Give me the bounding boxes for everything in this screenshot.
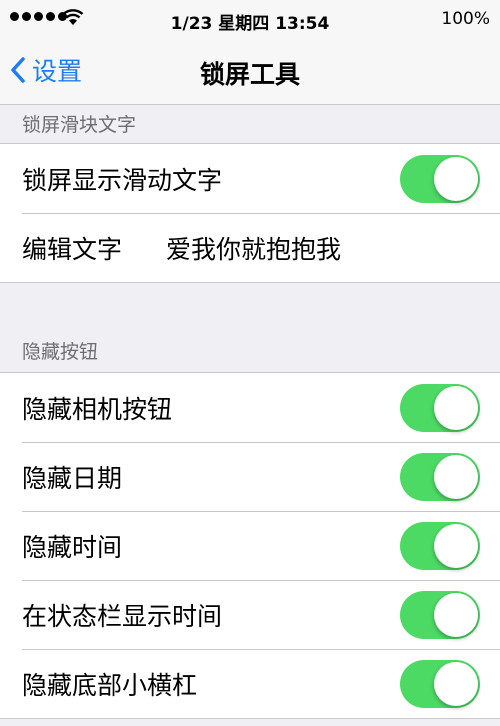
row-hide-time: 隐藏时间 [0, 511, 500, 580]
hide-home-bar-toggle[interactable] [400, 659, 480, 708]
row-label: 在状态栏显示时间 [22, 601, 223, 631]
edit-text-value[interactable]: 爱我你就抱抱我 [166, 230, 341, 266]
row-status-bar-time: 在状态栏显示时间 [0, 580, 500, 649]
row-edit-text[interactable]: 编辑文字 爱我你就抱抱我 [0, 213, 500, 282]
group-lock-slider-text: 锁屏显示滑动文字 编辑文字 爱我你就抱抱我 [0, 143, 500, 283]
toggle-knob [434, 523, 478, 568]
toggle-knob [434, 156, 478, 201]
toggle-knob [434, 385, 478, 430]
row-hide-date: 隐藏日期 [0, 442, 500, 511]
page-title: 锁屏工具 [199, 60, 300, 89]
hide-time-toggle[interactable] [400, 521, 480, 570]
row-hide-home-bar: 隐藏底部小横杠 [0, 649, 500, 718]
hide-camera-button-toggle[interactable] [400, 383, 480, 432]
row-label: 编辑文字 [22, 234, 123, 264]
status-time: 1/23 星期四 13:54 [170, 14, 330, 34]
section-header-hide-buttons: 隐藏按钮 [22, 341, 99, 363]
row-label: 锁屏显示滑动文字 [22, 165, 223, 195]
battery-level: 100% [441, 9, 490, 29]
row-hide-camera-button: 隐藏相机按钮 [0, 373, 500, 442]
row-label: 隐藏时间 [22, 532, 123, 562]
toggle-knob [434, 592, 478, 637]
show-slide-text-toggle[interactable] [400, 154, 480, 203]
row-label: 隐藏底部小横杠 [22, 670, 198, 700]
section-header-lock-slider-text: 锁屏滑块文字 [22, 114, 137, 136]
row-label: 隐藏相机按钮 [22, 394, 173, 424]
status-bar: 1/23 星期四 13:54 100% [0, 0, 500, 36]
row-label: 隐藏日期 [22, 463, 123, 493]
toggle-knob [434, 454, 478, 499]
status-bar-time-toggle[interactable] [400, 590, 480, 639]
group-hide-buttons: 隐藏相机按钮 隐藏日期 隐藏时间 在状态栏显示时间 隐藏底部小横杠 [0, 372, 500, 719]
toggle-knob [434, 661, 478, 706]
row-show-slide-text: 锁屏显示滑动文字 [0, 144, 500, 213]
hide-date-toggle[interactable] [400, 452, 480, 501]
navigation-bar: 设置 锁屏工具 [0, 36, 500, 105]
